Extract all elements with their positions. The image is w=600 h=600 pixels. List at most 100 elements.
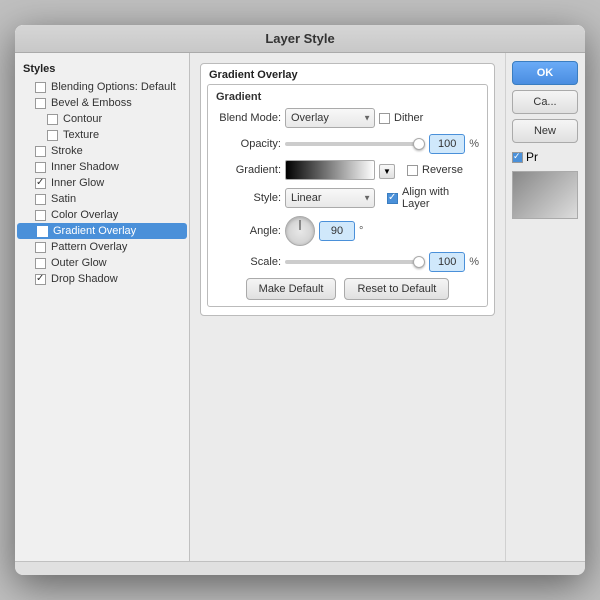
inner-shadow-checkbox[interactable] [35,162,46,173]
sidebar-item-inner-glow[interactable]: Inner Glow [15,175,189,191]
opacity-slider[interactable] [285,142,425,146]
sidebar-header: Styles [15,59,189,79]
angle-dial[interactable] [285,216,315,246]
preview-label: Pr [526,150,538,164]
sidebar-item-label: Drop Shadow [51,273,118,285]
angle-dial-line [300,220,301,230]
angle-row: Angle: 90 ° [216,216,479,246]
opacity-row: Opacity: 100 % [216,134,479,154]
opacity-unit: % [469,138,479,150]
opacity-slider-container [285,142,425,146]
sidebar-item-color-overlay[interactable]: Color Overlay [15,207,189,223]
sidebar-item-pattern-overlay[interactable]: Pattern Overlay [15,239,189,255]
scale-unit: % [469,256,479,268]
gradient-overlay-section: Gradient Overlay Gradient Blend Mode: Ov… [200,63,495,316]
sidebar-item-label: Stroke [51,145,83,157]
blend-mode-label: Blend Mode: [216,112,281,124]
subsection-title: Gradient [216,91,479,103]
sidebar-item-label: Satin [51,193,76,205]
blend-mode-dropdown[interactable]: Overlay Normal Multiply Screen [285,108,375,128]
angle-label: Angle: [216,225,281,237]
sidebar-item-bevel-emboss[interactable]: Bevel & Emboss [15,95,189,111]
dither-text: Dither [394,112,423,124]
color-overlay-checkbox[interactable] [35,210,46,221]
style-dropdown-wrapper: Linear Radial Angle Reflected Diamond ▼ [285,188,375,208]
gradient-picker[interactable] [285,160,375,180]
gradient-label: Gradient: [216,164,281,176]
drop-shadow-checkbox[interactable] [35,274,46,285]
sidebar-item-texture[interactable]: Texture [15,127,189,143]
blend-mode-row: Blend Mode: Overlay Normal Multiply Scre… [216,108,479,128]
reverse-text: Reverse [422,164,463,176]
preview-box [512,171,578,219]
align-label[interactable]: Align with Layer [387,186,479,210]
sidebar-item-label: Outer Glow [51,257,107,269]
bevel-emboss-checkbox[interactable] [35,98,46,109]
title-bar: Layer Style [15,25,585,53]
ok-button[interactable]: OK [512,61,578,85]
align-checkbox[interactable] [387,193,398,204]
scale-slider-container [285,260,425,264]
reset-default-button[interactable]: Reset to Default [344,278,449,300]
style-dropdown[interactable]: Linear Radial Angle Reflected Diamond [285,188,375,208]
scale-row: Scale: 100 % [216,252,479,272]
sidebar: Styles Blending Options: Default Bevel &… [15,53,190,561]
right-panel: OK Ca... New Pr [505,53,585,561]
sidebar-item-satin[interactable]: Satin [15,191,189,207]
style-label: Style: [216,192,281,204]
opacity-input[interactable]: 100 [429,134,465,154]
main-content: Gradient Overlay Gradient Blend Mode: Ov… [190,53,505,561]
new-button[interactable]: New [512,119,578,143]
reverse-label[interactable]: Reverse [407,164,463,176]
section-title: Gradient Overlay [201,64,494,84]
sidebar-item-label: Bevel & Emboss [51,97,132,109]
sidebar-item-drop-shadow[interactable]: Drop Shadow [15,271,189,287]
sidebar-item-outer-glow[interactable]: Outer Glow [15,255,189,271]
sidebar-item-label: Contour [63,113,102,125]
sidebar-item-contour[interactable]: Contour [15,111,189,127]
sidebar-item-label: Gradient Overlay [53,225,136,237]
outer-glow-checkbox[interactable] [35,258,46,269]
sidebar-item-inner-shadow[interactable]: Inner Shadow [15,159,189,175]
angle-input[interactable]: 90 [319,221,355,241]
dialog-bottom [15,561,585,575]
gradient-row: Gradient: ▼ Reverse [216,160,479,180]
sidebar-item-label: Color Overlay [51,209,118,221]
stroke-checkbox[interactable] [35,146,46,157]
align-text: Align with Layer [402,186,479,210]
layer-style-dialog: Layer Style Styles Blending Options: Def… [15,25,585,575]
dialog-title: Layer Style [265,31,334,46]
inner-glow-checkbox[interactable] [35,178,46,189]
preview-checkbox[interactable] [512,152,523,163]
pattern-overlay-checkbox[interactable] [35,242,46,253]
dither-checkbox[interactable] [379,113,390,124]
reverse-checkbox[interactable] [407,165,418,176]
sidebar-item-stroke[interactable]: Stroke [15,143,189,159]
dither-label[interactable]: Dither [379,112,423,124]
satin-checkbox[interactable] [35,194,46,205]
scale-input[interactable]: 100 [429,252,465,272]
gradient-arrow-btn[interactable]: ▼ [379,164,395,179]
sidebar-item-label: Pattern Overlay [51,241,127,253]
sidebar-item-blending-options[interactable]: Blending Options: Default [15,79,189,95]
angle-unit: ° [359,225,363,237]
scale-label: Scale: [216,256,281,268]
opacity-label: Opacity: [216,138,281,150]
button-row: Make Default Reset to Default [216,278,479,300]
make-default-button[interactable]: Make Default [246,278,337,300]
style-row: Style: Linear Radial Angle Reflected Dia… [216,186,479,210]
contour-checkbox[interactable] [47,114,58,125]
gradient-subsection: Gradient Blend Mode: Overlay Normal Mult… [207,84,488,307]
sidebar-item-label: Inner Glow [51,177,104,189]
gradient-type-wrapper: ▼ [379,163,395,177]
scale-slider[interactable] [285,260,425,264]
blend-mode-dropdown-wrapper: Overlay Normal Multiply Screen ▼ [285,108,375,128]
preview-row: Pr [512,150,579,164]
sidebar-item-label: Blending Options: Default [51,81,176,93]
cancel-button[interactable]: Ca... [512,90,578,114]
texture-checkbox[interactable] [47,130,58,141]
sidebar-item-label: Texture [63,129,99,141]
gradient-overlay-checkbox[interactable] [37,226,48,237]
sidebar-item-gradient-overlay[interactable]: Gradient Overlay [17,223,187,239]
blending-options-checkbox[interactable] [35,82,46,93]
